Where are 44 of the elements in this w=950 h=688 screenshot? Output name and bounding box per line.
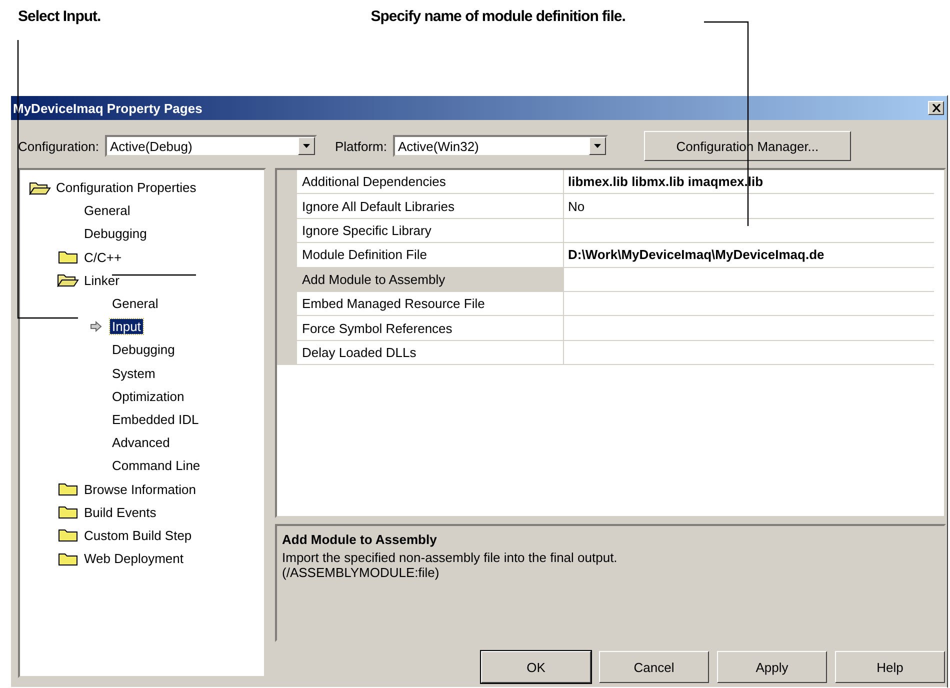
window-title: MyDeviceImaq Property Pages: [13, 100, 202, 116]
property-name[interactable]: Ignore Specific Library: [297, 218, 564, 244]
tree-item[interactable]: Input: [110, 319, 143, 334]
close-icon: [932, 104, 940, 112]
property-name[interactable]: Add Module to Assembly: [297, 268, 564, 292]
dialog-button[interactable]: OK: [481, 651, 591, 683]
callout-text: Specify name of module definition file.: [370, 8, 626, 25]
tree-item[interactable]: Web Deployment: [82, 551, 186, 566]
dropdown[interactable]: Active(Win32): [392, 135, 608, 157]
description-title: Add Module to Assembly: [282, 532, 438, 547]
property-name[interactable]: Delay Loaded DLLs: [297, 340, 564, 366]
platform-label: Platform:: [334, 138, 387, 154]
tree-item[interactable]: Command Line: [110, 458, 202, 474]
tree-item[interactable]: Browse Information: [82, 482, 198, 497]
tree-item[interactable]: Debugging: [110, 342, 177, 358]
property-name[interactable]: Embed Managed Resource File: [297, 292, 564, 316]
property-name[interactable]: Additional Dependencies: [297, 170, 564, 194]
callout-text: Select Input.: [18, 8, 101, 25]
tree-item[interactable]: Debugging: [82, 226, 149, 242]
dialog-button[interactable]: Help: [835, 651, 945, 683]
dialog-button[interactable]: Cancel: [599, 651, 709, 683]
tree-item[interactable]: General: [110, 296, 160, 312]
tree-item[interactable]: Advanced: [110, 435, 172, 450]
tree-item[interactable]: General: [82, 203, 132, 218]
configuration-label: Configuration:: [18, 138, 99, 154]
tree-item[interactable]: Embedded IDL: [110, 412, 201, 427]
property-value[interactable]: No: [564, 194, 934, 219]
caret-icon: [594, 144, 601, 148]
tree-item[interactable]: C/C++: [82, 250, 124, 265]
property-value[interactable]: D:\Work\MyDeviceImaq\MyDeviceImaq.de: [564, 243, 934, 268]
caret-icon: [302, 144, 310, 148]
property-name[interactable]: Ignore All Default Libraries: [297, 194, 564, 219]
dialog-button[interactable]: Apply: [717, 651, 827, 683]
description-text: Import the specified non-assembly file into the final output. (/ASSEMBLYMODULE:file): [282, 550, 618, 580]
tree-item[interactable]: System: [110, 366, 158, 381]
arrow-icon: [90, 321, 102, 332]
tree-item[interactable]: Custom Build Step: [82, 528, 194, 543]
close-button[interactable]: [928, 101, 944, 115]
tree-item[interactable]: Optimization: [110, 388, 186, 404]
dropdown[interactable]: Active(Debug): [104, 135, 317, 157]
tree-item[interactable]: Configuration Properties: [54, 180, 198, 196]
property-name[interactable]: Force Symbol References: [297, 316, 564, 341]
tree-item[interactable]: Build Events: [82, 504, 158, 520]
tree-item[interactable]: Linker: [82, 272, 122, 288]
